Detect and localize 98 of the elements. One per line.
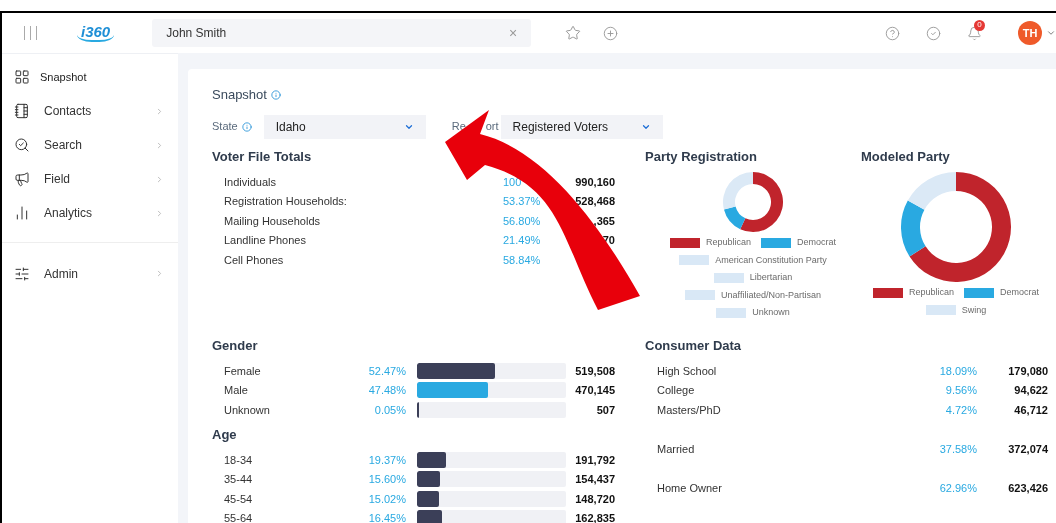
chevron-icon bbox=[155, 269, 164, 278]
row-label: Landline Phones bbox=[223, 233, 307, 248]
row-label: Unknown bbox=[223, 402, 271, 418]
row-label: Male bbox=[223, 383, 249, 398]
menu-icon[interactable] bbox=[24, 26, 37, 40]
row-label: 45-54 bbox=[223, 491, 254, 507]
donut-chart-drawing bbox=[723, 172, 783, 232]
row-count: 148,720 bbox=[574, 491, 615, 507]
section-title: Age bbox=[212, 425, 238, 444]
row-percent: 15.60% bbox=[367, 472, 406, 487]
row-percent: 0.05% bbox=[373, 402, 406, 418]
check-icon[interactable] bbox=[926, 25, 941, 41]
row-percent: 52.47% bbox=[367, 363, 406, 379]
row-percent: 56.80% bbox=[502, 213, 542, 229]
legend-label: Unaffiliated/Non-Partisan bbox=[721, 288, 821, 302]
row-label: Mailing Households bbox=[223, 213, 321, 229]
row-label: 55-64 bbox=[223, 511, 254, 523]
page-title: Snapshot bbox=[212, 86, 267, 104]
info-icon bbox=[241, 121, 252, 132]
sidebar-item[interactable]: Field bbox=[2, 162, 178, 196]
row-percent: 100 bbox=[502, 174, 523, 190]
chevron-icon bbox=[155, 174, 164, 184]
row-label: Married bbox=[656, 441, 696, 457]
section-title: Party Registration bbox=[645, 147, 758, 166]
sidebar-item[interactable]: Contacts bbox=[2, 94, 178, 128]
bar-chart-icon bbox=[14, 205, 30, 221]
row-percent: 15.02% bbox=[367, 491, 406, 507]
sliders-icon bbox=[14, 265, 30, 282]
search-field[interactable]: John Smith × bbox=[152, 19, 532, 47]
row-label: Home Owner bbox=[656, 480, 723, 496]
legend-label: Republican bbox=[908, 286, 954, 299]
grid-icon bbox=[14, 69, 30, 85]
row-count: 162,835 bbox=[574, 511, 615, 523]
row-percent: 37.58% bbox=[938, 441, 977, 457]
row-percent: 16.45% bbox=[367, 511, 406, 523]
notification-badge: 0 bbox=[974, 19, 985, 31]
row-label: 35-44 bbox=[223, 472, 254, 487]
sidebar-item[interactable]: Analytics bbox=[2, 196, 178, 230]
caret-icon[interactable] bbox=[1046, 28, 1056, 38]
add-icon[interactable] bbox=[603, 25, 619, 41]
row-percent: 18.09% bbox=[938, 363, 977, 379]
section-title: Consumer Data bbox=[645, 336, 743, 355]
row-label: Female bbox=[223, 363, 262, 379]
row-count: 46,712 bbox=[1013, 402, 1048, 418]
row-count: 179,080 bbox=[1007, 363, 1048, 379]
row-label: Registration Households: bbox=[223, 194, 348, 209]
info-icon bbox=[270, 89, 281, 100]
legend-label: Democrat bbox=[1000, 286, 1039, 299]
row-label: College bbox=[656, 383, 696, 398]
row-count: 623,426 bbox=[1007, 480, 1048, 496]
row-label: Masters/PhD bbox=[656, 402, 722, 418]
chevron-icon bbox=[155, 106, 164, 116]
row-count: 372,074 bbox=[1007, 441, 1048, 457]
row-count: ,365 bbox=[592, 213, 615, 229]
row-percent: 62.96% bbox=[938, 480, 977, 496]
row-percent: 53.37% bbox=[502, 194, 542, 209]
app-logo[interactable]: i360 bbox=[77, 24, 115, 42]
row-count: 990,160 bbox=[574, 174, 615, 190]
notification-icon[interactable] bbox=[967, 25, 982, 41]
legend-label: Swing bbox=[961, 303, 987, 317]
row-percent: 19.37% bbox=[367, 452, 406, 468]
section-title: Gender bbox=[212, 336, 259, 355]
row-count: 519,508 bbox=[574, 363, 615, 379]
row-count: 154,437 bbox=[574, 472, 615, 487]
row-label: Cell Phones bbox=[223, 252, 285, 268]
row-percent: 58.84% bbox=[502, 252, 542, 268]
chevron-icon bbox=[155, 140, 164, 150]
legend-label: Unknown bbox=[752, 306, 790, 319]
row-percent: 9.56% bbox=[944, 383, 977, 398]
row-count: 470,145 bbox=[574, 383, 615, 398]
section-title: Voter File Totals bbox=[212, 147, 313, 166]
state-label: State bbox=[212, 119, 238, 135]
search-icon bbox=[14, 137, 30, 153]
chevron-icon bbox=[155, 208, 164, 218]
megaphone-icon bbox=[14, 171, 30, 187]
row-percent: 47.48% bbox=[367, 383, 406, 398]
sidebar-item[interactable]: Search bbox=[2, 128, 178, 162]
legend-label: Libertarian bbox=[749, 271, 793, 284]
row-count: 528,468 bbox=[574, 194, 615, 209]
row-label: 18-34 bbox=[223, 452, 254, 468]
row-percent: 4.72% bbox=[944, 402, 977, 418]
row-count: 507 bbox=[595, 402, 615, 418]
sidebar-item[interactable]: Snapshot bbox=[2, 60, 178, 94]
legend-label: Republican bbox=[705, 236, 751, 249]
state-dropdown[interactable]: Idaho bbox=[263, 114, 426, 139]
row-count: 191,792 bbox=[574, 452, 615, 468]
report-label: ort bbox=[485, 119, 499, 135]
notebook-icon bbox=[14, 103, 30, 119]
row-label: High School bbox=[656, 363, 718, 379]
row-percent: 21.49% bbox=[502, 233, 542, 248]
star-icon[interactable] bbox=[565, 25, 582, 41]
report-dropdown[interactable]: Registered Voters bbox=[500, 114, 663, 139]
row-count: 94,622 bbox=[1013, 383, 1048, 398]
legend-label: Democrat bbox=[797, 236, 836, 249]
row-label: Individuals bbox=[223, 174, 277, 190]
section-title: Modeled Party bbox=[861, 147, 951, 166]
help-icon[interactable] bbox=[885, 25, 900, 41]
legend-label: American Constitution Party bbox=[715, 253, 827, 267]
